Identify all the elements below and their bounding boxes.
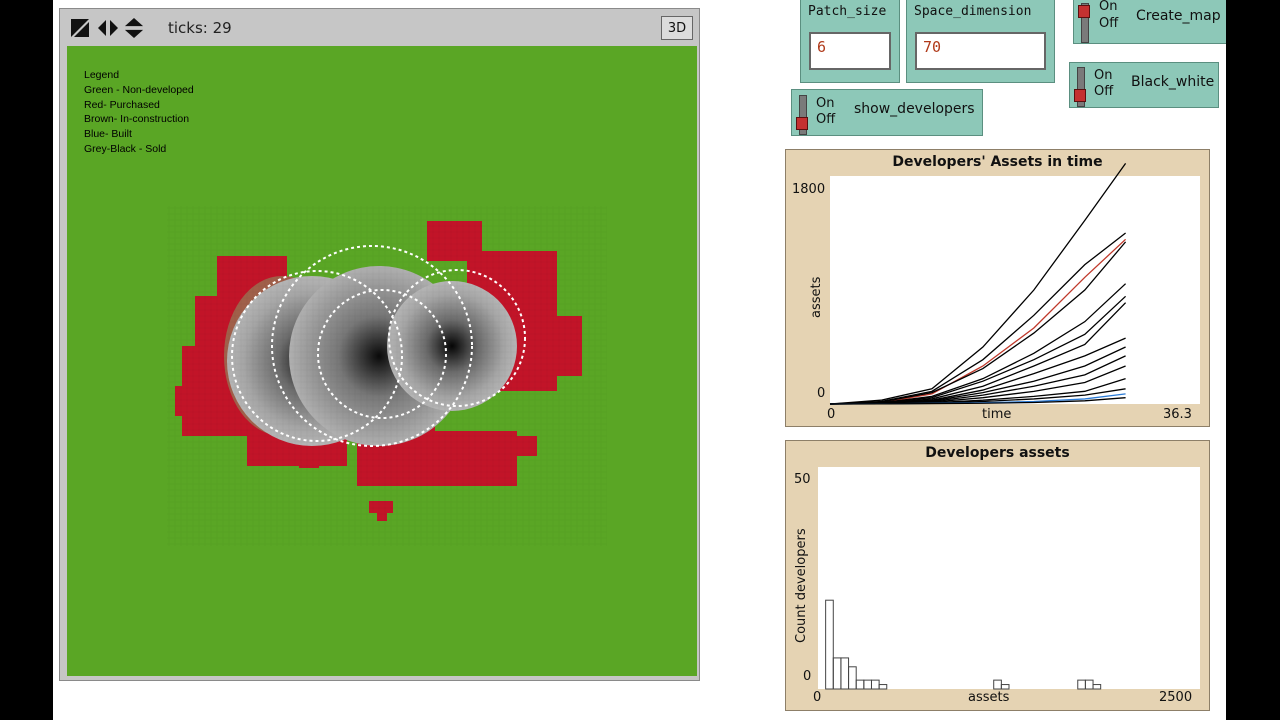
- edit-view-icon[interactable]: [70, 18, 90, 38]
- histogram-bar-2: [825, 599, 834, 690]
- create-map-switch[interactable]: On Off Create_map: [1073, 0, 1226, 44]
- histogram-bars: [825, 599, 1102, 690]
- legend-blue: Blue- Built: [84, 128, 132, 141]
- assets-time-xmin: 0: [827, 407, 836, 422]
- assets-histogram[interactable]: Developers assets 50 0 0 assets 2500 Cou…: [785, 440, 1210, 711]
- series-line-1: [829, 162, 1127, 405]
- patch-size-label: Patch_size: [808, 4, 887, 19]
- patch-size-widget[interactable]: Patch_size 6: [800, 0, 900, 83]
- netlogo-interface: ticks: 29 3D Legend Green - Non-develope…: [53, 0, 1226, 720]
- space-dimension-widget[interactable]: Space_dimension 70: [906, 0, 1055, 83]
- histogram-xmin: 0: [813, 690, 822, 705]
- legend-brown: Brown- In-construction: [84, 113, 190, 126]
- histogram-bar-8: [870, 679, 880, 690]
- histogram-bar-6: [855, 679, 865, 690]
- legend-title: Legend: [84, 69, 120, 81]
- histogram-ylabel: Count developers: [794, 528, 809, 643]
- black-white-off: Off: [1094, 84, 1114, 99]
- show-developers-switch[interactable]: On Off show_developers: [791, 89, 983, 136]
- show-developers-off: Off: [816, 112, 836, 127]
- 3d-view-button[interactable]: 3D: [661, 16, 693, 40]
- black-white-on: On: [1094, 68, 1113, 83]
- histogram-bar-35: [1077, 679, 1086, 690]
- assets-time-ymax: 1800: [792, 182, 826, 197]
- assets-time-xlabel: time: [982, 407, 1012, 422]
- ticks-counter: ticks: 29: [168, 19, 232, 37]
- histogram-ymin: 0: [803, 669, 812, 684]
- create-map-label: Create_map: [1136, 8, 1221, 24]
- resize-horizontal-icon[interactable]: [96, 18, 120, 38]
- legend-green: Green - Non-developed: [84, 83, 194, 96]
- create-map-off: Off: [1099, 16, 1119, 31]
- series-line-11: [829, 365, 1126, 405]
- series-line-5: [829, 283, 1127, 405]
- assets-time-lines: [829, 162, 1127, 405]
- create-map-on: On: [1099, 0, 1118, 14]
- show-developers-label: show_developers: [854, 101, 975, 117]
- legend-grey-black: Grey-Black - Sold: [84, 142, 167, 155]
- world-view: ticks: 29 3D Legend Green - Non-develope…: [59, 8, 700, 681]
- space-dimension-label: Space_dimension: [914, 4, 1032, 19]
- histogram-bar-37: [1092, 684, 1102, 690]
- legend-red: Red- Purchased: [84, 98, 160, 111]
- histogram-bar-25: [1000, 684, 1010, 690]
- series-line-7: [829, 302, 1127, 405]
- space-dimension-input[interactable]: 70: [915, 32, 1046, 70]
- histogram-bar-4: [840, 657, 850, 690]
- histogram-bar-36: [1084, 679, 1094, 690]
- show-developers-on: On: [816, 96, 835, 111]
- legend: Legend Green - Non-developed Red- Purcha…: [84, 68, 194, 157]
- histogram-xlabel: assets: [968, 690, 1010, 705]
- histogram-bar-5: [848, 666, 857, 690]
- resize-vertical-icon[interactable]: [123, 18, 145, 38]
- series-line-4: [829, 241, 1127, 405]
- series-line-2: [829, 232, 1126, 405]
- assets-time-plot[interactable]: Developers' Assets in time 1800 0 0 time…: [785, 149, 1210, 427]
- histogram-bar-7: [863, 679, 872, 690]
- histogram-bar-9: [878, 684, 888, 690]
- black-white-switch[interactable]: On Off Black_white: [1069, 62, 1219, 108]
- histogram-ymax: 50: [794, 472, 811, 487]
- world-canvas[interactable]: Legend Green - Non-developed Red- Purcha…: [67, 46, 697, 676]
- black-white-label: Black_white: [1131, 74, 1215, 90]
- assets-time-xmax: 36.3: [1163, 407, 1192, 422]
- view-toolbar: ticks: 29 3D: [60, 9, 699, 47]
- patch-size-input[interactable]: 6: [809, 32, 891, 70]
- histogram-xmax: 2500: [1159, 690, 1193, 705]
- assets-time-ymin: 0: [817, 386, 826, 401]
- histogram-bar-24: [993, 679, 1002, 690]
- assets-time-ylabel: assets: [809, 276, 824, 318]
- histogram-bar-3: [832, 657, 842, 690]
- series-line-3: [829, 238, 1127, 405]
